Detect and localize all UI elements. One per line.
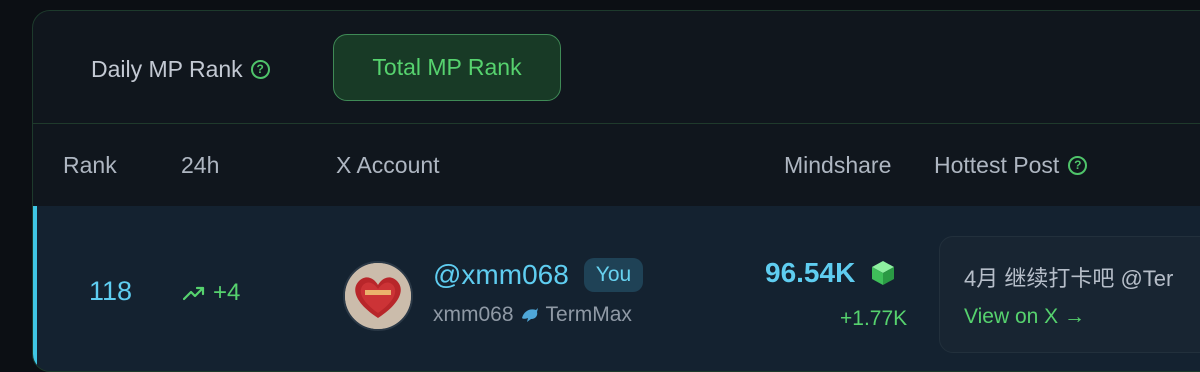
account-handle[interactable]: @xmm068 (433, 259, 569, 291)
tab-daily-label: Daily MP Rank (91, 55, 243, 82)
header-hottest-post-label: Hottest Post (934, 152, 1060, 178)
help-icon[interactable]: ? (1068, 156, 1088, 175)
hottest-post-card[interactable]: 4月 继续打卡吧 @Ter View on X → (939, 236, 1200, 353)
table-header: Rank 24h X Account Mindshare Hottest Pos… (33, 124, 1200, 206)
header-rank: Rank (63, 152, 117, 178)
you-badge: You (583, 258, 644, 292)
rank-value: 118 (89, 276, 133, 306)
cube-icon (872, 261, 895, 285)
post-text: 4月 继续打卡吧 @Ter (964, 266, 1174, 291)
rank-tabs: Daily MP Rank ? Total MP Rank (33, 11, 1200, 123)
tab-daily-mp-rank[interactable]: Daily MP Rank ? (91, 51, 270, 87)
account-subline: xmm068 TermMax (433, 303, 632, 327)
dolphin-icon (521, 308, 538, 322)
account-handle-line: @xmm068 You (433, 258, 644, 292)
row-highlight-bar (33, 206, 37, 371)
avatar[interactable] (343, 261, 413, 331)
table-row[interactable]: 118 +4 @xmm068 You xmm068 TermMax 96.54K… (33, 206, 1200, 371)
header-24h: 24h (181, 152, 220, 178)
header-x-account: X Account (336, 152, 440, 178)
change-24h: +4 (183, 279, 240, 307)
header-mindshare: Mindshare (784, 152, 892, 178)
help-icon[interactable]: ? (250, 59, 270, 79)
trend-up-icon (183, 286, 205, 301)
change-24h-value: +4 (213, 279, 241, 306)
leaderboard-panel: Daily MP Rank ? Total MP Rank Rank 24h X… (32, 10, 1200, 372)
mindshare-value: 96.54K (765, 257, 856, 288)
mindshare-value-line: 96.54K (765, 257, 897, 289)
tab-total-label: Total MP Rank (372, 54, 522, 80)
account-username: xmm068 (433, 303, 514, 326)
avatar-heart-image (345, 263, 411, 329)
view-on-x-link[interactable]: View on X → (964, 305, 1085, 329)
mindshare-change: +1.77K (840, 307, 908, 330)
account-username-tag: TermMax (545, 303, 632, 326)
header-hottest-post: Hottest Post ? (934, 152, 1088, 179)
tab-total-mp-rank[interactable]: Total MP Rank (333, 34, 561, 101)
